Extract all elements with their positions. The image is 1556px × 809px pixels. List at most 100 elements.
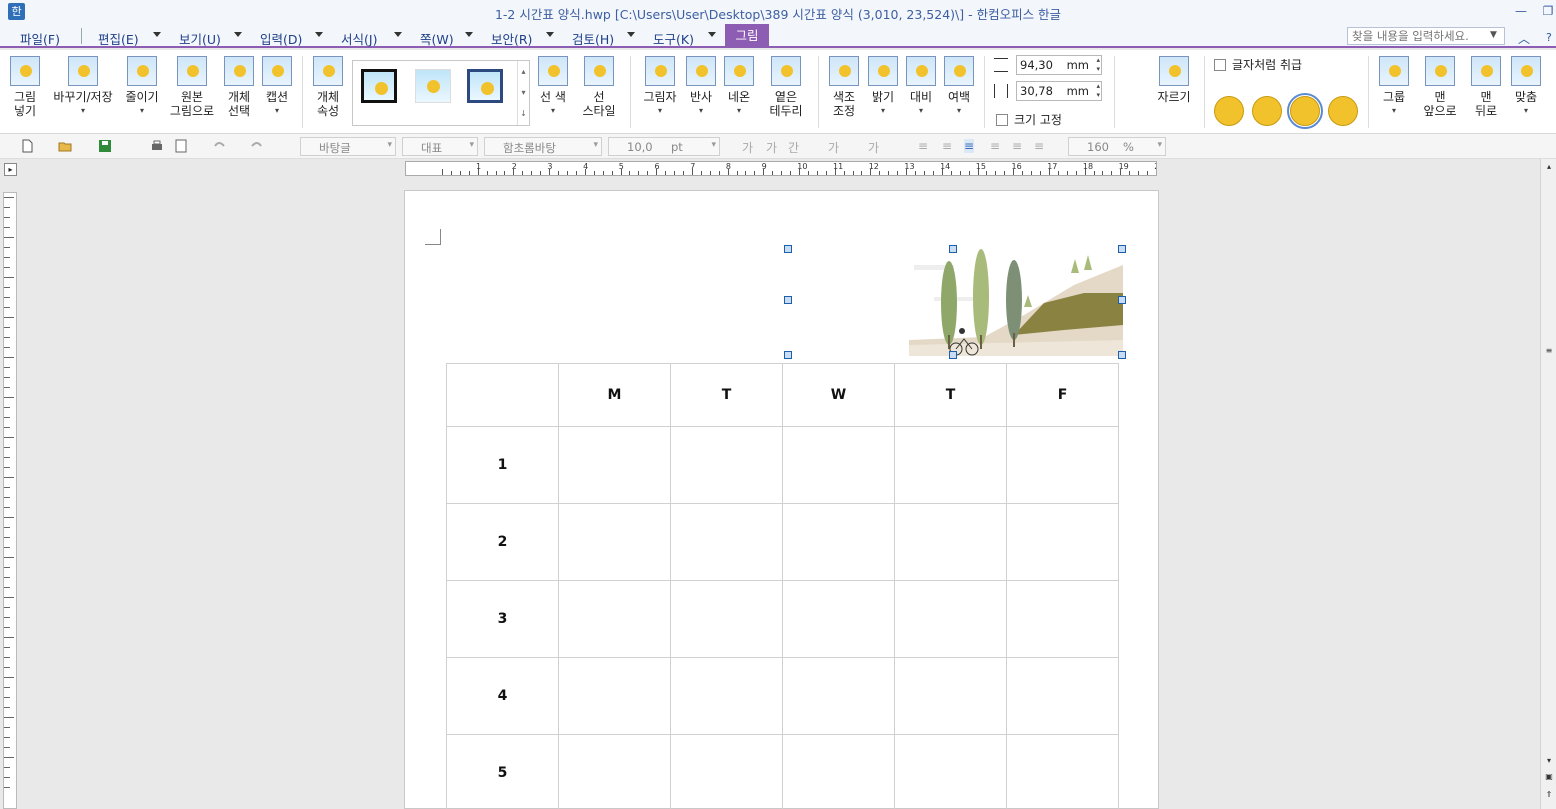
font-combo[interactable]: 함초롬바탕 [484, 137, 602, 156]
menu-page[interactable]: 쪽(W) [420, 29, 454, 48]
align-justify-icon[interactable]: ≡ [918, 139, 928, 153]
resize-handle-right[interactable] [1118, 296, 1126, 304]
table-cell[interactable] [558, 580, 671, 658]
brightness-button[interactable]: 밝기 ▾ [866, 56, 900, 118]
treat-as-char-checkbox[interactable]: 글자처럼 취급 [1214, 56, 1302, 73]
align-left-icon[interactable]: ≡ [942, 139, 952, 153]
line-style-button[interactable]: 선 스타일 [576, 56, 622, 118]
period-cell[interactable]: 2 [446, 503, 559, 581]
help-icon[interactable]: ? [1546, 31, 1552, 44]
redo-icon[interactable] [250, 139, 264, 153]
resize-handle-left[interactable] [784, 296, 792, 304]
table-cell[interactable] [782, 734, 895, 809]
minimize-icon[interactable]: — [1514, 4, 1528, 18]
width-spinner-icon[interactable]: ▴ ▾ [1096, 82, 1100, 100]
table-cell[interactable] [558, 503, 671, 581]
resize-handle-top[interactable] [949, 245, 957, 253]
contrast-button[interactable]: 대비 ▾ [904, 56, 938, 118]
restore-icon[interactable]: ❐ [1541, 4, 1555, 18]
table-corner-cell[interactable] [446, 363, 559, 427]
search-input[interactable] [1347, 27, 1505, 45]
original-picture-button[interactable]: 원본 그림으로 [166, 56, 218, 118]
caption-button[interactable]: 캡션 ▾ [260, 56, 294, 118]
crop-button[interactable]: 자르기 [1148, 56, 1200, 104]
group-button[interactable]: 그룹 ▾ [1376, 56, 1412, 118]
table-cell[interactable] [670, 580, 783, 658]
highlight-button[interactable]: 가 [868, 139, 879, 156]
style-black-border-icon[interactable] [361, 69, 397, 103]
resize-handle-bottom-left[interactable] [784, 351, 792, 359]
tab-picture[interactable]: 그림 [725, 24, 769, 48]
search-dropdown-icon[interactable]: ▼ [1490, 30, 1497, 40]
menu-insert[interactable]: 입력(D) [260, 29, 302, 48]
height-spinner-icon[interactable]: ▴ ▾ [1096, 56, 1100, 74]
resize-handle-top-left[interactable] [784, 245, 792, 253]
new-document-icon[interactable] [20, 139, 34, 153]
align-divide-icon[interactable]: ≡ [1034, 139, 1044, 153]
menu-security-arrow-icon[interactable] [546, 32, 554, 37]
table-cell[interactable] [782, 426, 895, 504]
treat-as-char-box[interactable] [1214, 58, 1226, 71]
menu-view[interactable]: 보기(U) [179, 29, 221, 48]
wrap-tight-icon[interactable] [1252, 96, 1282, 126]
vertical-scrollbar[interactable]: ▴ ≡ ▾ ▣ ⇑ [1540, 159, 1556, 809]
table-cell[interactable] [558, 426, 671, 504]
style-soft-icon[interactable] [415, 69, 451, 103]
neon-button[interactable]: 네온 ▾ [722, 56, 756, 118]
menu-format-arrow-icon[interactable] [394, 32, 402, 37]
table-cell[interactable] [558, 734, 671, 809]
insert-picture-button[interactable]: 그림 넣기 [6, 56, 44, 118]
object-select-button[interactable]: 개체 선택 [222, 56, 256, 118]
underline-button[interactable]: 간 [788, 139, 799, 156]
table-cell[interactable] [670, 503, 783, 581]
wrap-behind-icon[interactable] [1287, 93, 1323, 129]
gallery-scroll[interactable]: ▴ ▾ ↓ [517, 61, 529, 125]
wrap-front-icon[interactable] [1328, 96, 1358, 126]
menu-file[interactable]: 파일(F) [20, 29, 60, 48]
table-cell[interactable] [782, 580, 895, 658]
width-input[interactable]: 30,78 mm ▴ ▾ [1016, 81, 1102, 101]
menu-tools-arrow-icon[interactable] [708, 32, 716, 37]
lock-size-checkbox[interactable]: 크기 고정 [996, 111, 1062, 128]
header-cell-fri[interactable]: F [1006, 363, 1119, 427]
print-icon[interactable] [150, 139, 164, 153]
table-cell[interactable] [1006, 426, 1119, 504]
header-cell-mon[interactable]: M [558, 363, 671, 427]
menu-page-arrow-icon[interactable] [465, 32, 473, 37]
style-combo[interactable]: 바탕글 [300, 137, 396, 156]
menu-insert-arrow-icon[interactable] [315, 32, 323, 37]
menu-review[interactable]: 검토(H) [572, 29, 614, 48]
header-cell-thu[interactable]: T [894, 363, 1007, 427]
menu-review-arrow-icon[interactable] [627, 32, 635, 37]
menu-edit-arrow-icon[interactable] [153, 32, 161, 37]
font-lang-combo[interactable]: 대표 [402, 137, 478, 156]
period-cell[interactable]: 1 [446, 426, 559, 504]
shadow-button[interactable]: 그림자 ▾ [640, 56, 680, 118]
height-input[interactable]: 94,30 mm ▴ ▾ [1016, 55, 1102, 75]
table-cell[interactable] [782, 503, 895, 581]
menu-view-arrow-icon[interactable] [234, 32, 242, 37]
table-cell[interactable] [894, 580, 1007, 658]
timetable[interactable]: M T W T F 1 2 3 4 5 [446, 363, 1119, 809]
page-view-icon[interactable]: ▣ [1543, 771, 1555, 783]
scroll-thumb-grip-icon[interactable]: ≡ [1543, 345, 1555, 357]
scroll-up-icon[interactable]: ▴ [1543, 161, 1555, 173]
document-page[interactable]: M T W T F 1 2 3 4 5 [404, 190, 1159, 809]
period-cell[interactable]: 5 [446, 734, 559, 809]
menu-tools[interactable]: 도구(K) [653, 29, 694, 48]
line-color-button[interactable]: 선 색 ▾ [536, 56, 570, 118]
font-size-combo[interactable]: 10,0 pt [608, 137, 720, 156]
print-preview-icon[interactable] [174, 139, 188, 153]
table-cell[interactable] [782, 657, 895, 735]
period-cell[interactable]: 3 [446, 580, 559, 658]
resize-handle-bottom-right[interactable] [1118, 351, 1126, 359]
header-cell-wed[interactable]: W [782, 363, 895, 427]
table-cell[interactable] [1006, 657, 1119, 735]
ruler-corner-icon[interactable]: ▸ [4, 163, 17, 176]
menu-security[interactable]: 보안(R) [491, 29, 532, 48]
undo-icon[interactable] [212, 139, 226, 153]
reduce-button[interactable]: 줄이기 ▾ [122, 56, 162, 118]
menu-edit[interactable]: 편집(E) [98, 29, 139, 48]
table-cell[interactable] [670, 657, 783, 735]
bold-button[interactable]: 가 [742, 139, 753, 156]
